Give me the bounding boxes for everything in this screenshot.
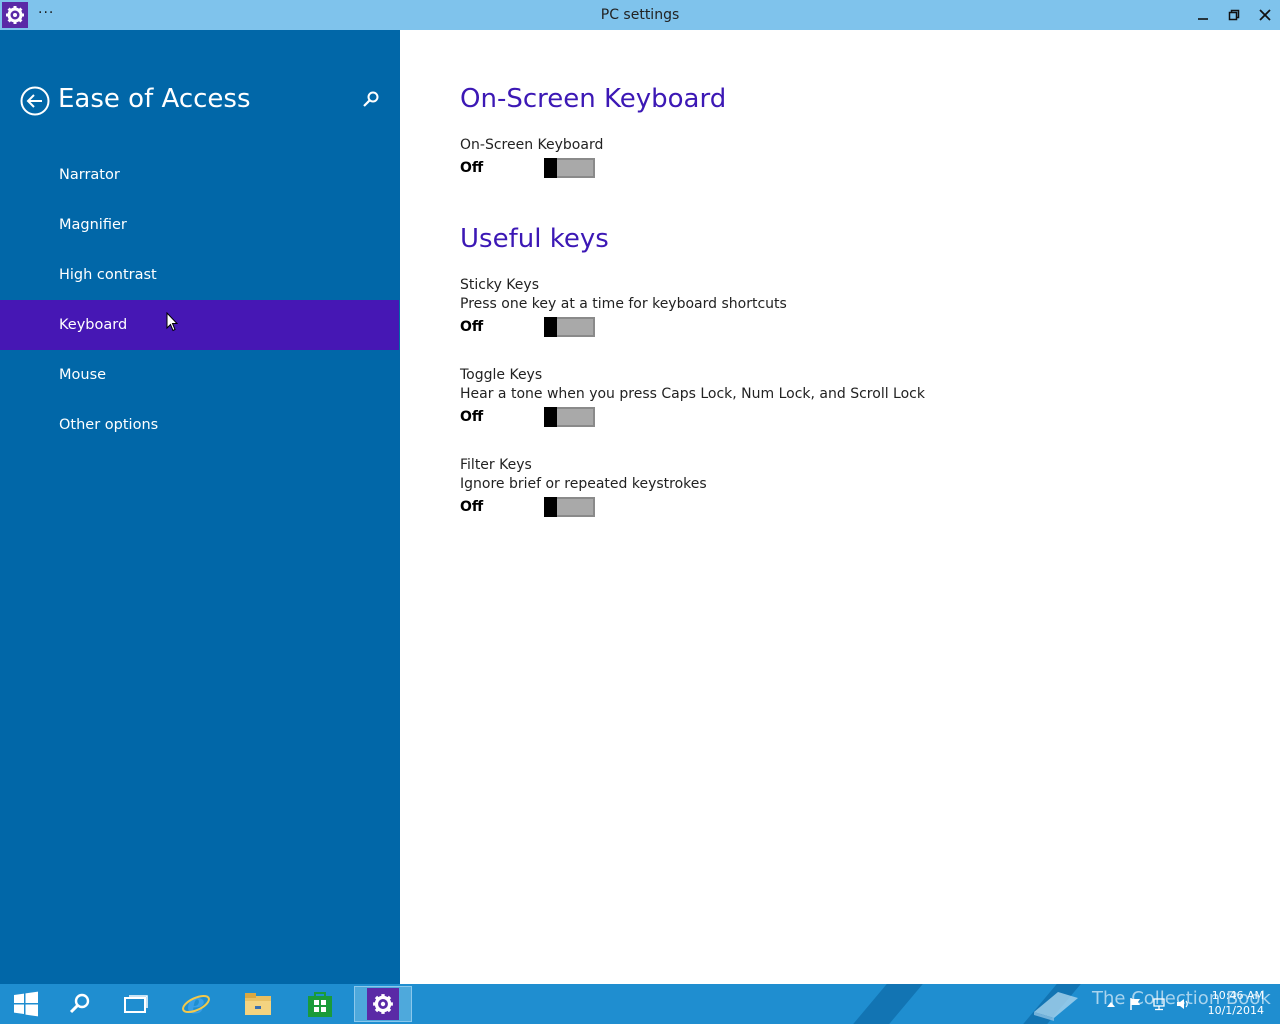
clock-date: 10/1/2014 [1207,1004,1264,1017]
setting-label: Sticky Keys [460,277,539,293]
setting-label: Filter Keys [460,457,532,473]
sidebar-item-other-options[interactable]: Other options [0,400,399,450]
taskbar-decoration [853,984,923,1024]
show-hidden-icons-icon[interactable] [1104,997,1118,1011]
clock-time: 10:46 AM [1211,989,1264,1002]
section-title-useful-keys: Useful keys [460,224,609,254]
sidebar: Ease of Access Narrator Magnifier High c… [0,30,400,984]
system-clock[interactable]: 10:46 AM 10/1/2014 [1208,988,1264,1018]
sidebar-nav: Narrator Magnifier High contrast Keyboar… [0,150,400,450]
setting-description: Hear a tone when you press Caps Lock, Nu… [460,386,925,402]
internet-explorer-button[interactable]: e [170,986,222,1022]
search-icon [69,993,90,1014]
setting-toggle-keys: Toggle Keys Hear a tone when you press C… [460,366,1160,430]
volume-icon[interactable] [1176,997,1190,1011]
title-bar: ··· PC settings [0,0,1280,30]
sticky-keys-toggle[interactable] [544,317,595,337]
settings-content: On-Screen Keyboard On-Screen Keyboard Of… [400,30,1280,984]
on-screen-keyboard-toggle[interactable] [544,158,595,178]
toggle-thumb [544,497,557,517]
book-watermark-icon [1034,992,1078,1021]
restore-icon [1228,9,1240,21]
setting-sticky-keys: Sticky Keys Press one key at a time for … [460,276,1160,340]
minimize-icon [1198,18,1208,20]
toggle-state: Off [460,409,484,425]
internet-explorer-icon: e [182,988,210,1020]
window-title: PC settings [600,7,680,23]
minimize-button[interactable] [1187,0,1219,30]
taskbar-search-button[interactable] [54,986,106,1022]
toggle-row: Off [460,406,1160,430]
close-icon [1259,9,1271,21]
setting-label: Toggle Keys [460,367,543,383]
toggle-row: Off [460,496,1160,520]
sidebar-item-keyboard[interactable]: Keyboard [0,300,399,350]
toggle-thumb [544,317,557,337]
system-tray [1104,997,1190,1011]
svg-text:e: e [187,988,205,1020]
pc-settings-taskbar-button[interactable] [354,986,412,1022]
filter-keys-toggle[interactable] [544,497,595,517]
sidebar-item-narrator[interactable]: Narrator [0,150,399,200]
start-button[interactable] [0,986,52,1022]
setting-on-screen-keyboard: On-Screen Keyboard Off [460,136,1160,181]
task-view-button[interactable] [110,986,162,1022]
flag-icon[interactable] [1128,997,1142,1011]
task-view-icon [124,995,148,1013]
store-icon [308,992,332,1017]
setting-description: Press one key at a time for keyboard sho… [460,296,787,312]
sidebar-item-high-contrast[interactable]: High contrast [0,250,399,300]
toggle-row: Off [460,316,1160,340]
sidebar-title: Ease of Access [58,84,251,114]
toggle-keys-toggle[interactable] [544,407,595,427]
setting-filter-keys: Filter Keys Ignore brief or repeated key… [460,456,1160,520]
close-button[interactable] [1249,0,1280,30]
sidebar-item-magnifier[interactable]: Magnifier [0,200,399,250]
sidebar-header: Ease of Access [20,84,390,116]
sidebar-item-mouse[interactable]: Mouse [0,350,399,400]
windows-logo-icon [14,991,38,1017]
store-button[interactable] [294,986,346,1022]
setting-description: Ignore brief or repeated keystrokes [460,476,707,492]
toggle-state: Off [460,319,484,335]
toggle-state: Off [460,499,484,515]
search-icon[interactable] [362,90,380,108]
taskbar: e The Collection Book 10:46 AM 10/1/2014 [0,984,1280,1024]
toggle-thumb [544,407,557,427]
toggle-state: Off [460,160,484,176]
mouse-cursor-icon [166,312,178,332]
settings-tile [367,988,399,1020]
file-explorer-button[interactable] [232,986,284,1022]
section-title-on-screen-keyboard: On-Screen Keyboard [460,84,727,114]
network-icon[interactable] [1152,997,1166,1011]
restore-button[interactable] [1218,0,1250,30]
setting-label: On-Screen Keyboard [460,137,604,153]
toggle-row: Off [460,157,1160,181]
folder-icon [245,993,271,1015]
back-arrow-icon[interactable] [20,86,50,116]
toggle-thumb [544,158,557,178]
gear-icon [373,994,393,1014]
